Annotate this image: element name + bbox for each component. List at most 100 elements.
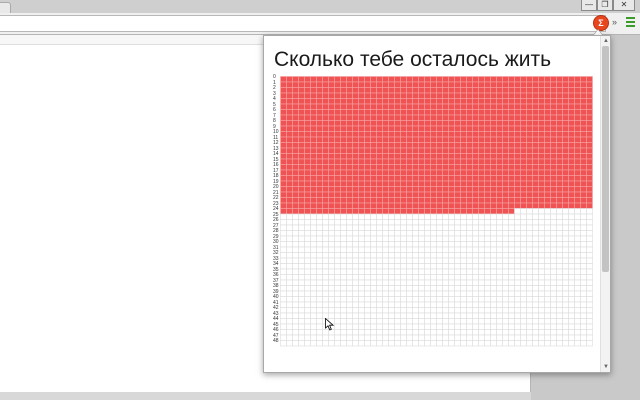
week-cell-lived	[286, 98, 293, 105]
menu-icon[interactable]	[626, 17, 635, 27]
week-cell-lived	[424, 81, 431, 88]
week-cell-lived	[586, 76, 593, 83]
scroll-down-arrow-icon[interactable]: ▼	[602, 363, 610, 371]
minimize-button[interactable]: —	[581, 0, 597, 11]
week-cell-lived	[574, 186, 581, 193]
extension-icon[interactable]: Σ	[594, 16, 608, 30]
week-cell-lived	[424, 202, 431, 209]
week-cell-lived	[286, 125, 293, 132]
week-cell-lived	[358, 169, 365, 176]
week-cell-lived	[286, 197, 293, 204]
week-cell-lived	[358, 191, 365, 198]
week-cell-lived	[484, 180, 491, 187]
week-cell-lived	[478, 109, 485, 116]
week-cell-lived	[520, 125, 527, 132]
week-cell-lived	[514, 169, 521, 176]
week-cell-lived	[508, 191, 515, 198]
week-cell-lived	[334, 158, 341, 165]
week-cell-lived	[574, 164, 581, 171]
week-cell-lived	[298, 147, 305, 154]
week-cell-remaining	[562, 263, 569, 270]
week-cell-lived	[418, 76, 425, 83]
week-cell-lived	[508, 202, 515, 209]
scroll-up-arrow-icon[interactable]: ▲	[602, 37, 610, 45]
week-cell-remaining	[508, 230, 515, 237]
week-cell-remaining	[586, 224, 593, 231]
week-cell-remaining	[370, 312, 377, 319]
restore-button[interactable]: ❐	[597, 0, 613, 11]
week-cell-remaining	[400, 246, 407, 253]
week-cell-remaining	[520, 285, 527, 292]
week-cell-lived	[400, 164, 407, 171]
week-cell-lived	[388, 114, 395, 121]
week-cell-remaining	[334, 213, 341, 220]
week-cell-remaining	[454, 307, 461, 314]
week-cell-lived	[394, 81, 401, 88]
week-cell-lived	[556, 197, 563, 204]
week-cell-remaining	[538, 296, 545, 303]
week-cell-lived	[490, 208, 497, 215]
week-cell-lived	[502, 76, 509, 83]
week-cell-lived	[310, 158, 317, 165]
week-cell-lived	[298, 125, 305, 132]
week-cell-remaining	[304, 296, 311, 303]
week-cell-remaining	[418, 213, 425, 220]
week-cell-lived	[292, 103, 299, 110]
week-cell-lived	[406, 158, 413, 165]
week-cell-lived	[382, 103, 389, 110]
popup-scrollbar[interactable]: ▲ ▼	[600, 36, 610, 372]
week-cell-remaining	[352, 268, 359, 275]
week-cell-remaining	[466, 274, 473, 281]
week-cell-lived	[472, 164, 479, 171]
week-cell-remaining	[448, 274, 455, 281]
week-cell-lived	[508, 87, 515, 94]
week-cell-lived	[334, 109, 341, 116]
week-cell-lived	[568, 125, 575, 132]
week-cell-lived	[382, 109, 389, 116]
week-cell-lived	[406, 186, 413, 193]
week-cell-lived	[466, 180, 473, 187]
week-cell-remaining	[292, 285, 299, 292]
week-cell-remaining	[412, 290, 419, 297]
week-cell-remaining	[532, 230, 539, 237]
week-cell-lived	[382, 114, 389, 121]
week-cell-lived	[316, 208, 323, 215]
week-cell-lived	[280, 158, 287, 165]
week-cell-lived	[352, 202, 359, 209]
week-cell-lived	[358, 164, 365, 171]
address-bar[interactable]	[0, 15, 606, 32]
week-cell-remaining	[280, 274, 287, 281]
week-cell-remaining	[526, 268, 533, 275]
week-cell-lived	[454, 103, 461, 110]
close-window-button[interactable]: ✕	[613, 0, 635, 11]
week-cell-remaining	[376, 279, 383, 286]
extensions-overflow-icon[interactable]: »	[612, 17, 617, 27]
week-cell-remaining	[436, 252, 443, 259]
week-cell-lived	[448, 153, 455, 160]
week-cell-lived	[286, 147, 293, 154]
week-cell-remaining	[364, 301, 371, 308]
week-cell-remaining	[550, 219, 557, 226]
week-cell-remaining	[286, 257, 293, 264]
week-cell-lived	[490, 142, 497, 149]
week-cell-lived	[298, 197, 305, 204]
week-cell-lived	[556, 142, 563, 149]
week-cell-lived	[358, 175, 365, 182]
week-cell-lived	[550, 120, 557, 127]
week-cell-lived	[496, 158, 503, 165]
week-cell-lived	[538, 87, 545, 94]
week-cell-remaining	[574, 340, 581, 347]
week-cell-remaining	[280, 334, 287, 341]
week-cell-remaining	[364, 230, 371, 237]
week-cell-lived	[514, 81, 521, 88]
scrollbar-thumb[interactable]	[602, 46, 609, 272]
week-cell-remaining	[478, 340, 485, 347]
week-cell-remaining	[538, 213, 545, 220]
week-cell-lived	[394, 202, 401, 209]
week-cell-lived	[340, 197, 347, 204]
week-cell-lived	[448, 142, 455, 149]
week-cell-lived	[454, 131, 461, 138]
week-cell-remaining	[562, 334, 569, 341]
week-cell-remaining	[478, 246, 485, 253]
week-cell-remaining	[286, 318, 293, 325]
